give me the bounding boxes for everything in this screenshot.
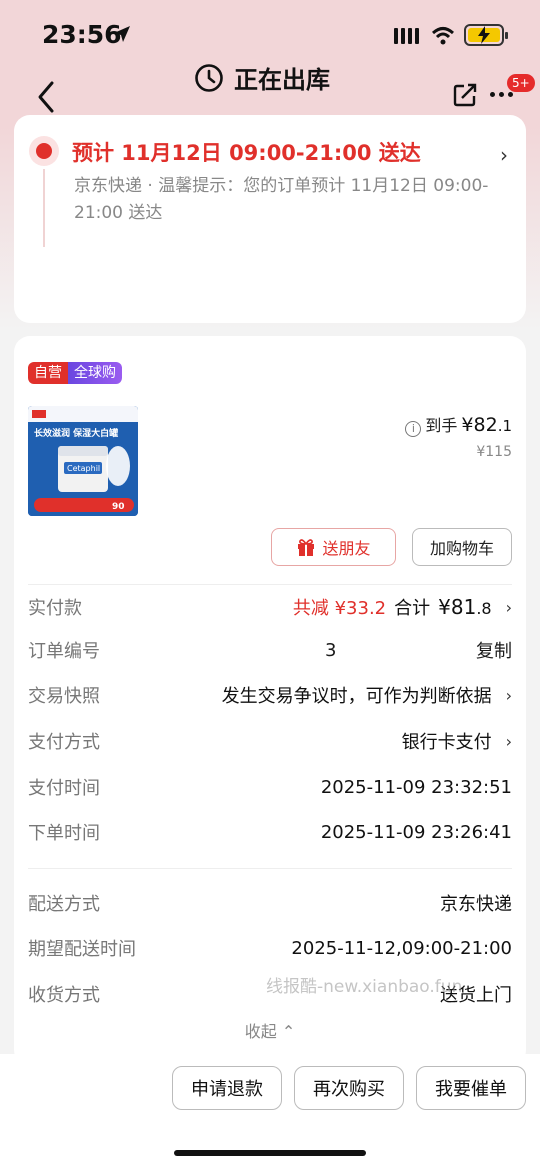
bottom-buttons: 申请退款 再次购买 我要催单 (172, 1066, 526, 1110)
delivery-note: 京东快递 · 温馨提示：您的订单预计 11月12日 09:00-21:00 送达 (74, 176, 489, 223)
urge-order-button[interactable]: 我要催单 (416, 1066, 526, 1110)
notification-badge: 5+ (507, 74, 535, 92)
clock-icon (195, 63, 223, 92)
request-refund-button[interactable]: 申请退款 (172, 1066, 282, 1110)
order-card: 自营 全球购 长效滋润 保湿大白罐 Cetaphil 90 i 到手 ¥82.1… (14, 336, 526, 1066)
wifi-icon (431, 27, 455, 45)
status-dot-icon (29, 136, 59, 166)
timeline-line (43, 169, 45, 247)
final-price: ¥82.1 (461, 414, 512, 436)
chevron-right-icon: › (500, 143, 508, 167)
row-expected-delivery: 期望配送时间 2025-11-12,09:00-21:00 (28, 937, 512, 961)
row-shipping-method: 配送方式 京东快递 (28, 894, 512, 915)
tag-global-purchase: 全球购 (68, 362, 122, 384)
tag-self-operated: 自营 (28, 362, 68, 384)
row-payment-method[interactable]: 支付方式 银行卡支付 › (28, 726, 512, 756)
product-actions: 送朋友 加购物车 (271, 528, 512, 566)
divider (28, 868, 512, 869)
chevron-right-icon: › (505, 685, 512, 705)
bottom-action-bar: 申请退款 再次购买 我要催单 (0, 1054, 540, 1168)
delivery-status-card[interactable]: 预计 11月12日 09:00-21:00 送达 › 京东快递 · 温馨提示：您… (14, 115, 526, 323)
chevron-right-icon: › (505, 731, 512, 751)
status-time: 23:56 (42, 20, 122, 49)
back-button[interactable] (34, 80, 58, 114)
delivery-eta: 预计 11月12日 09:00-21:00 送达 (72, 141, 421, 165)
page-title-group: 正在出库 (194, 60, 330, 95)
copy-order-number-button[interactable]: 复制 (476, 637, 512, 663)
location-arrow-icon (114, 26, 130, 42)
row-order-time: 下单时间 2025-11-09 23:26:41 (28, 821, 512, 845)
product-brand: Cetaphil (67, 464, 100, 473)
cellular-signal-icon (394, 28, 419, 44)
chevron-right-icon: › (505, 597, 512, 617)
original-price: ¥115 (476, 444, 512, 460)
status-bar: 23:56 (0, 0, 540, 66)
final-price-label: 到手 (425, 416, 458, 435)
more-options-button[interactable] (490, 92, 513, 97)
watermark: 线报酷-new.xianbao.fun (266, 977, 463, 997)
row-payment-time: 支付时间 2025-11-09 23:32:51 (28, 776, 512, 800)
gift-icon (298, 539, 315, 556)
final-price-group[interactable]: i 到手 ¥82.1 (405, 412, 512, 437)
order-number-value: 3 (325, 639, 337, 661)
collapse-button[interactable]: 收起 ⌃ (14, 1018, 526, 1042)
battery-icon (464, 24, 508, 46)
info-icon: i (405, 421, 422, 437)
add-to-cart-button[interactable]: 加购物车 (412, 528, 512, 566)
total-label: 合计 (394, 598, 431, 619)
product-headline: 长效滋润 保湿大白罐 (34, 427, 118, 439)
row-order-number: 订单编号 3 复制 (28, 635, 512, 665)
page-title: 正在出库 (234, 66, 330, 94)
product-tags: 自营 全球购 (28, 362, 122, 384)
divider (28, 584, 512, 585)
home-indicator[interactable] (174, 1150, 366, 1156)
total-amount: ¥81.8 (438, 595, 492, 619)
send-friend-button[interactable]: 送朋友 (271, 528, 396, 566)
product-thumbnail[interactable]: 长效滋润 保湿大白罐 Cetaphil 90 (28, 406, 138, 516)
buy-again-button[interactable]: 再次购买 (294, 1066, 404, 1110)
send-friend-label: 送朋友 (322, 539, 371, 558)
row-paid-amount[interactable]: 实付款 共减 ¥33.2 合计 ¥81.8 › (28, 592, 512, 622)
share-icon[interactable] (452, 82, 478, 108)
discount-amount: 共减 ¥33.2 (292, 598, 387, 619)
product-promo: 90 (112, 502, 125, 512)
row-trade-snapshot[interactable]: 交易快照 发生交易争议时，可作为判断依据 › (28, 680, 512, 710)
